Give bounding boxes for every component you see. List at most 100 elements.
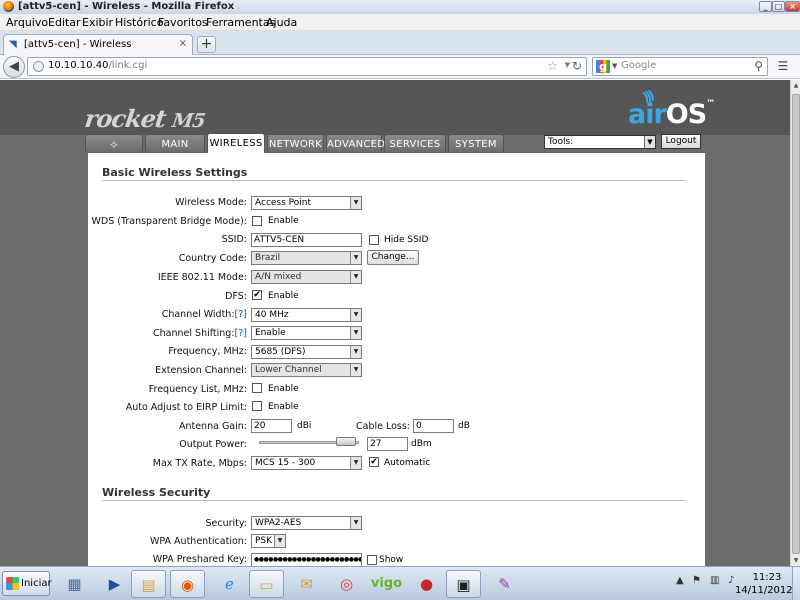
scroll-up-icon[interactable]: ▲ — [792, 82, 800, 89]
clock-time[interactable]: 11:23 — [747, 572, 787, 583]
wireless-mode-select[interactable]: Access Point ▼ — [251, 196, 362, 210]
search-engine-dropdown-icon[interactable]: ▼ — [612, 62, 617, 70]
auto-adjust-checkbox[interactable] — [252, 401, 262, 411]
output-power-unit: dBm — [411, 439, 432, 449]
cable-loss-input[interactable]: 0 — [413, 419, 454, 433]
channel-width-help-link[interactable]: [?] — [235, 309, 247, 320]
max-tx-rate-select[interactable]: MCS 15 - 300 ▼ — [251, 456, 362, 470]
file-explorer-icon[interactable]: ▤ — [131, 570, 166, 598]
action-center-flag-icon[interactable]: ⚑ — [692, 575, 701, 586]
clock-date[interactable]: 14/11/2012 — [735, 585, 793, 596]
tab-services[interactable]: SERVICES — [384, 134, 446, 153]
web-page: rocket M5 ))) airOS™ ⟡ MAIN WIRELESS NET… — [0, 80, 790, 566]
cable-loss-label: Cable Loss: — [355, 421, 410, 432]
menu-editar[interactable]: Editar — [48, 16, 81, 29]
output-power-slider-thumb[interactable] — [336, 437, 356, 446]
menu-exibir[interactable]: Exibir — [82, 16, 113, 29]
wpa-key-label: WPA Preshared Key: — [152, 554, 247, 565]
section-divider — [102, 180, 686, 181]
menu-ajuda[interactable]: Ajuda — [266, 16, 297, 29]
back-button[interactable]: ◀ — [3, 56, 25, 78]
automatic-checkbox[interactable]: ✔ — [369, 457, 379, 467]
show-desktop-button[interactable] — [792, 567, 800, 600]
hide-ssid-checkbox[interactable] — [369, 235, 379, 245]
history-dropdown-icon[interactable]: ▼ — [565, 61, 570, 69]
tools-dropdown[interactable]: Tools: ▼ — [544, 135, 656, 149]
reload-icon[interactable]: ↻ — [572, 59, 582, 73]
channel-shifting-select[interactable]: Enable ▼ — [251, 326, 362, 340]
max-tx-rate-label: Max TX Rate, Mbps: — [152, 458, 247, 469]
antenna-gain-input[interactable]: 20 — [251, 419, 292, 433]
outlook-icon[interactable]: ✉ — [289, 570, 324, 598]
wifi-favicon-icon: ◥ — [9, 39, 17, 50]
wpa-auth-label: WPA Authentication: — [150, 536, 247, 547]
google-icon[interactable]: g — [596, 60, 610, 73]
new-tab-button[interactable]: + — [197, 36, 216, 53]
network-icon[interactable]: ▥ — [710, 575, 719, 586]
search-icon[interactable]: ⚲ — [754, 59, 763, 73]
ubiquiti-logo-icon: ⟡ — [109, 137, 119, 151]
show-key-checkbox[interactable] — [367, 555, 377, 565]
menu-ferramentas[interactable]: Ferramentas — [206, 16, 275, 29]
menu-favoritos[interactable]: Favoritos — [158, 16, 208, 29]
bookmark-star-icon[interactable]: ☆ — [547, 59, 558, 73]
wpa-key-input[interactable]: ●●●●●●●●●●●●●●●●●●●●●●●●●●●● — [251, 553, 362, 566]
wpa-auth-select[interactable]: PSK ▼ — [251, 534, 286, 548]
frequency-list-label: Frequency List, MHz: — [148, 384, 247, 395]
tab-wireless[interactable]: WIRELESS — [207, 133, 265, 153]
browser-tab-wireless[interactable]: ◥ [attv5-cen] - Wireless × — [3, 34, 193, 55]
tab-ubiquiti-logo[interactable]: ⟡ — [85, 134, 143, 153]
firefox-icon[interactable]: ◉ — [170, 570, 205, 598]
channel-width-select[interactable]: 40 MHz ▼ — [251, 308, 362, 322]
network-folder-icon[interactable]: ▦ — [57, 570, 92, 598]
menu-historico[interactable]: Histórico — [115, 16, 163, 29]
chevron-down-icon: ▼ — [274, 535, 285, 547]
windows-taskbar: Iniciar ▦ ▶ ▤ ◉ ℯ ▭ ✉ ◎ vigo ● ▣ ✎ ▲ ⚑ ▥… — [0, 566, 800, 600]
internet-explorer-icon[interactable]: ℯ — [212, 570, 247, 598]
paint-icon[interactable]: ✎ — [487, 570, 522, 598]
wds-checkbox[interactable] — [252, 216, 262, 226]
frequency-list-enable-label: Enable — [268, 384, 299, 394]
folder-icon[interactable]: ▭ — [249, 570, 284, 598]
dfs-checkbox[interactable]: ✔ — [252, 290, 262, 300]
command-prompt-icon[interactable]: ▣ — [446, 570, 481, 598]
channel-shifting-help-link[interactable]: [?] — [235, 328, 247, 339]
minimize-button[interactable]: _ — [759, 1, 772, 12]
search-box[interactable]: g ▼ Google ⚲ — [592, 57, 768, 76]
volume-icon[interactable]: ♪ — [728, 575, 734, 586]
bookmarks-menu-icon[interactable]: ☰ — [774, 59, 792, 75]
menu-arquivo[interactable]: Arquivo — [6, 16, 48, 29]
site-identity-icon[interactable] — [33, 61, 44, 72]
vigo-icon[interactable]: vigo — [369, 570, 404, 598]
ssid-label: SSID: — [221, 234, 247, 245]
security-label: Security: — [205, 518, 247, 529]
close-tab-button[interactable]: × — [179, 38, 187, 49]
red-orb-icon[interactable]: ● — [409, 570, 444, 598]
powershell-icon[interactable]: ▶ — [97, 570, 132, 598]
logout-button[interactable]: Logout — [661, 134, 701, 149]
scroll-down-icon[interactable]: ▼ — [792, 557, 800, 564]
maximize-button[interactable]: □ — [772, 1, 785, 12]
chevron-down-icon: ▼ — [350, 309, 361, 321]
chrome-icon[interactable]: ◎ — [329, 570, 364, 598]
tab-network[interactable]: NETWORK — [267, 134, 324, 153]
output-power-input[interactable]: 27 — [367, 437, 408, 451]
ssid-input[interactable]: ATTV5-CEN — [251, 233, 362, 247]
tab-advanced[interactable]: ADVANCED — [326, 134, 385, 153]
browser-tab-label: [attv5-cen] - Wireless — [24, 39, 132, 50]
frequency-list-checkbox[interactable] — [252, 383, 262, 393]
back-arrow-icon: ◀ — [9, 59, 19, 74]
show-hidden-icons-icon[interactable]: ▲ — [676, 575, 684, 586]
tab-system[interactable]: SYSTEM — [448, 134, 504, 153]
start-button[interactable]: Iniciar — [2, 571, 52, 596]
url-bar[interactable]: 10.10.10.40/link.cgi ☆ ▼ ↻ — [27, 57, 587, 76]
tab-main[interactable]: MAIN — [145, 134, 205, 153]
security-select[interactable]: WPA2-AES ▼ — [251, 516, 362, 530]
page-scrollbar[interactable]: ▲ ▼ — [790, 80, 800, 566]
close-window-button[interactable]: × — [785, 1, 800, 12]
frequency-select[interactable]: 5685 (DFS) ▼ — [251, 345, 362, 359]
cable-loss-unit: dB — [458, 421, 470, 431]
scrollbar-thumb[interactable] — [792, 94, 800, 554]
firefox-icon — [3, 1, 14, 12]
change-country-button[interactable]: Change... — [367, 250, 419, 265]
